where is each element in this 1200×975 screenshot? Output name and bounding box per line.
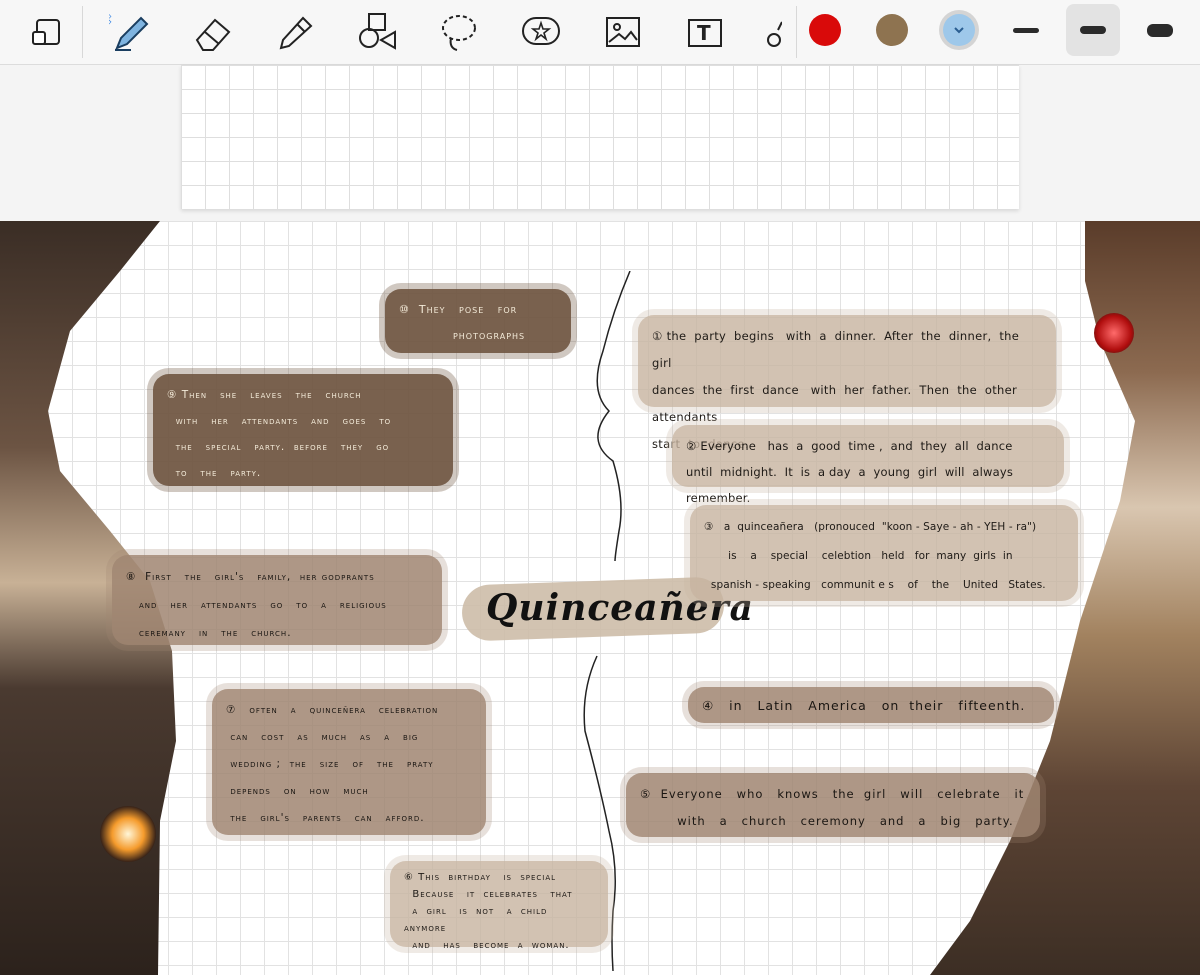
ornament-image bbox=[1094, 313, 1134, 353]
image-icon[interactable] bbox=[598, 8, 648, 56]
stroke-width-medium[interactable] bbox=[1066, 4, 1120, 56]
page-view-icon[interactable] bbox=[24, 8, 74, 56]
stroke-width-thin[interactable] bbox=[999, 4, 1053, 56]
svg-text:T: T bbox=[697, 21, 711, 45]
title-highlight[interactable]: Quinceañera bbox=[461, 575, 753, 645]
color-swatch-blue[interactable] bbox=[943, 14, 975, 46]
note-10[interactable]: ⑩ They pose for photographs bbox=[385, 289, 571, 353]
note-8[interactable]: ⑧ First the girl's family, her godprants… bbox=[112, 555, 442, 645]
note-9[interactable]: ⑨ Then she leaves the church with her at… bbox=[153, 374, 453, 486]
toolbar-divider bbox=[796, 6, 797, 58]
note-2[interactable]: ② Everyone has a good time , and they al… bbox=[672, 425, 1064, 505]
previous-page[interactable] bbox=[181, 65, 1019, 209]
note-7[interactable]: ⑦ often a quinceñera celebration can cos… bbox=[212, 689, 486, 835]
stroke-width-thick[interactable] bbox=[1133, 4, 1187, 56]
highlighter-icon[interactable] bbox=[270, 8, 320, 56]
color-swatch-red[interactable] bbox=[809, 14, 841, 46]
chevron-down-icon bbox=[954, 27, 964, 34]
color-swatch-brown[interactable] bbox=[876, 14, 908, 46]
elements-icon[interactable] bbox=[516, 8, 566, 56]
text-icon[interactable]: T bbox=[680, 8, 730, 56]
note-8-text: ⑧ First the girl's family, her godprants… bbox=[126, 571, 387, 639]
note-6[interactable]: ⑥ This birthday is special Because it ce… bbox=[390, 861, 608, 951]
note-6-text: ⑥ This birthday is special Because it ce… bbox=[404, 872, 573, 951]
note-7-text: ⑦ often a quinceñera celebration can cos… bbox=[226, 704, 439, 824]
eraser-icon[interactable] bbox=[188, 8, 238, 56]
lasso-icon[interactable] bbox=[434, 8, 484, 56]
toolbar: ᛒ T bbox=[0, 0, 1200, 65]
toolbar-divider bbox=[82, 6, 83, 58]
note-4[interactable]: ④ in Latin America on their fifteenth. bbox=[688, 687, 1054, 723]
pen-icon[interactable]: ᛒ bbox=[106, 8, 156, 56]
laser-icon[interactable] bbox=[752, 8, 782, 56]
note-5[interactable]: ⑤ Everyone who knows the girl will celeb… bbox=[626, 773, 1040, 837]
note-5-text: ⑤ Everyone who knows the girl will celeb… bbox=[640, 787, 1025, 828]
note-3[interactable]: ③ a quinceañera (pronouced "koon - Saye … bbox=[690, 505, 1078, 601]
notebook-page[interactable]: Quinceañera ⑩ They pose for photographs … bbox=[0, 221, 1200, 975]
note-1[interactable]: ① the party begins with a dinner. After … bbox=[638, 315, 1056, 451]
note-4-text: ④ in Latin America on their fifteenth. bbox=[702, 698, 1026, 713]
shapes-icon[interactable] bbox=[352, 8, 402, 56]
note-3-text: ③ a quinceañera (pronouced "koon - Saye … bbox=[704, 521, 1046, 591]
note-9-text: ⑨ Then she leaves the church with her at… bbox=[167, 389, 392, 479]
svg-text:ᛒ: ᛒ bbox=[109, 12, 113, 28]
note-10-text: ⑩ They pose for photographs bbox=[399, 303, 526, 342]
candle-image bbox=[100, 806, 156, 862]
